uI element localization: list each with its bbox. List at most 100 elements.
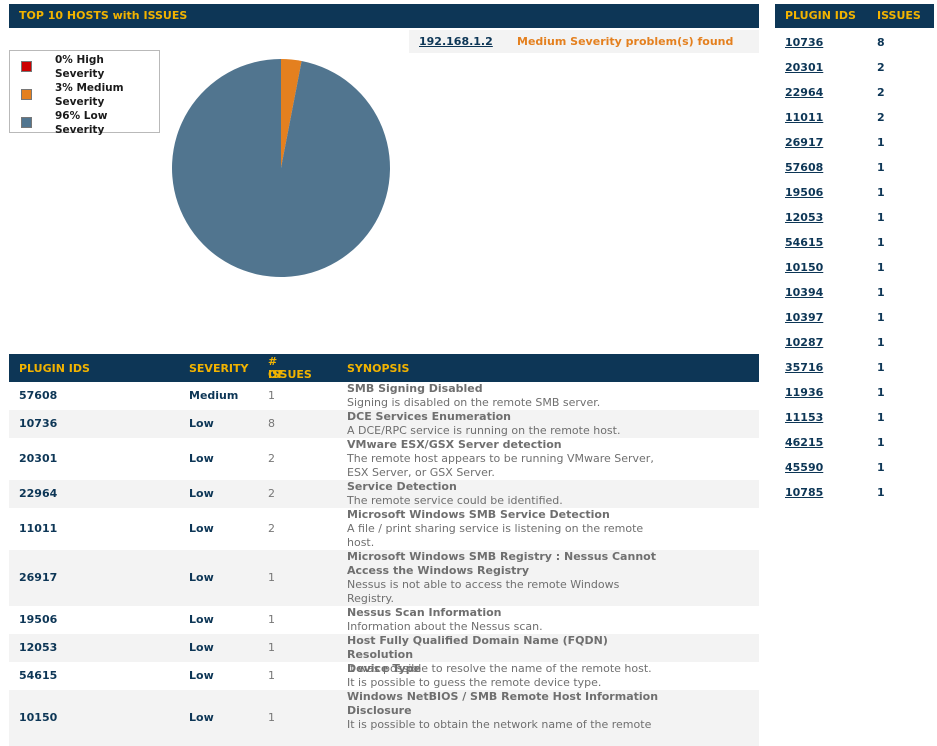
- row-issue-count: 1: [268, 613, 275, 626]
- synopsis-title: Host Fully Qualified Domain Name (FQDN) …: [347, 634, 608, 661]
- host-problem-text: Medium Severity problem(s) found: [517, 35, 734, 48]
- plugin-id-link[interactable]: 57608: [785, 161, 823, 174]
- row-issue-count: 1: [268, 711, 275, 724]
- row-plugin-id: 20301: [19, 452, 58, 465]
- row-severity: Low: [189, 452, 214, 465]
- row-severity: Low: [189, 613, 214, 626]
- row-issue-count: 2: [268, 487, 275, 500]
- right-list-row: 45590 1: [775, 455, 934, 480]
- row-issue-count: 1: [268, 641, 275, 654]
- right-list-row: 10736 8: [775, 30, 934, 55]
- host-ip-link[interactable]: 192.168.1.2: [419, 35, 493, 48]
- row-plugin-id: 19506: [19, 613, 58, 626]
- plugin-id-link[interactable]: 22964: [785, 86, 823, 99]
- synopsis-description: Nessus is not able to access the remote …: [347, 578, 620, 605]
- right-list-row: 20301 2: [775, 55, 934, 80]
- issue-count: 1: [877, 286, 885, 299]
- synopsis-description: It is possible to guess the remote devic…: [347, 676, 602, 689]
- top-hosts-header: TOP 10 HOSTS with ISSUES: [9, 4, 759, 28]
- plugin-id-link[interactable]: 10785: [785, 486, 823, 499]
- issue-count: 1: [877, 436, 885, 449]
- row-severity: Low: [189, 417, 214, 430]
- plugin-id-link[interactable]: 35716: [785, 361, 823, 374]
- issue-count: 1: [877, 236, 885, 249]
- right-list-row: 12053 1: [775, 205, 934, 230]
- host-row: 192.168.1.2 Medium Severity problem(s) f…: [409, 30, 759, 53]
- issue-count: 2: [877, 111, 885, 124]
- table-row: 11011 Low 2 Microsoft Windows SMB Service D…: [9, 508, 759, 550]
- row-synopsis: SMB Signing Disabled Signing is disabled …: [347, 382, 667, 410]
- row-synopsis: Microsoft Windows SMB Service Detection A…: [347, 508, 667, 550]
- row-severity: Low: [189, 669, 214, 682]
- row-plugin-id: 12053: [19, 641, 58, 654]
- right-list-row: 46215 1: [775, 430, 934, 455]
- plugin-id-link[interactable]: 10287: [785, 336, 823, 349]
- row-severity: Low: [189, 641, 214, 654]
- right-list-row: 35716 1: [775, 355, 934, 380]
- plugin-id-link[interactable]: 12053: [785, 211, 823, 224]
- table-row: 10736 Low 8 DCE Services Enumeration A DCE/R…: [9, 410, 759, 438]
- table-row: 10150 Low 1 Windows NetBIOS / SMB Remote Ho…: [9, 690, 759, 746]
- issue-count: 1: [877, 411, 885, 424]
- issue-count: 1: [877, 186, 885, 199]
- right-list-row: 10785 1: [775, 480, 934, 505]
- synopsis-description: Information about the Nessus scan.: [347, 620, 543, 633]
- row-issue-count: 2: [268, 452, 275, 465]
- row-severity: Low: [189, 522, 214, 535]
- plugin-id-link[interactable]: 10394: [785, 286, 823, 299]
- plugin-id-link[interactable]: 45590: [785, 461, 823, 474]
- plugin-id-link[interactable]: 11936: [785, 386, 823, 399]
- row-synopsis: Nessus Scan Information Information about…: [347, 606, 667, 634]
- row-severity: Low: [189, 711, 214, 724]
- col-synopsis: SYNOPSIS: [347, 362, 410, 375]
- row-plugin-id: 54615: [19, 669, 58, 682]
- legend-label-high: 0% High Severity: [55, 54, 105, 80]
- issue-count: 1: [877, 261, 885, 274]
- top-hosts-title: TOP 10 HOSTS with ISSUES: [19, 9, 188, 22]
- row-severity: Medium: [189, 389, 239, 402]
- plugin-id-link[interactable]: 10397: [785, 311, 823, 324]
- pie-slice-low: [172, 59, 390, 278]
- issue-count: 2: [877, 86, 885, 99]
- row-synopsis: Microsoft Windows SMB Registry : Nessus …: [347, 550, 667, 606]
- legend-label-low: 96% Low Severity: [55, 110, 108, 136]
- plugin-id-link[interactable]: 19506: [785, 186, 823, 199]
- plugin-id-link[interactable]: 10736: [785, 36, 823, 49]
- plugin-id-link[interactable]: 54615: [785, 236, 823, 249]
- right-list-row: 10397 1: [775, 305, 934, 330]
- plugin-id-link[interactable]: 20301: [785, 61, 823, 74]
- issue-count: 1: [877, 311, 885, 324]
- legend-item-medium: 3% Medium Severity: [10, 81, 159, 108]
- plugin-id-link[interactable]: 46215: [785, 436, 823, 449]
- col-count-line2: ISSUES: [268, 368, 312, 381]
- plugin-id-link[interactable]: 10150: [785, 261, 823, 274]
- right-col-plugin-ids: PLUGIN IDS: [785, 9, 856, 22]
- plugin-id-link[interactable]: 26917: [785, 136, 823, 149]
- row-issue-count: 2: [268, 522, 275, 535]
- row-plugin-id: 57608: [19, 389, 58, 402]
- synopsis-description: Signing is disabled on the remote SMB se…: [347, 396, 601, 409]
- right-list-row: 11011 2: [775, 105, 934, 130]
- synopsis-description: The remote host appears to be running VM…: [347, 452, 654, 479]
- col-plugin-ids: PLUGIN IDS: [19, 362, 90, 375]
- severity-pie-chart: [172, 59, 390, 278]
- right-list-row: 19506 1: [775, 180, 934, 205]
- legend-label-medium: 3% Medium Severity: [55, 82, 124, 108]
- right-table-header: PLUGIN IDS ISSUES: [775, 4, 934, 28]
- row-plugin-id: 10150: [19, 711, 58, 724]
- right-list-row: 57608 1: [775, 155, 934, 180]
- row-issue-count: 8: [268, 417, 275, 430]
- plugin-id-link[interactable]: 11011: [785, 111, 823, 124]
- synopsis-description: A DCE/RPC service is running on the remo…: [347, 424, 621, 437]
- right-list-row: 10287 1: [775, 330, 934, 355]
- plugin-id-link[interactable]: 11153: [785, 411, 823, 424]
- table-row: 54615 Low 1 Device Type It is possible to gu…: [9, 662, 759, 690]
- issue-count: 1: [877, 361, 885, 374]
- table-row: 20301 Low 2 VMware ESX/GSX Server detection…: [9, 438, 759, 480]
- legend-swatch-medium: [21, 89, 32, 100]
- issue-count: 1: [877, 461, 885, 474]
- synopsis-title: SMB Signing Disabled: [347, 382, 483, 395]
- row-severity: Low: [189, 571, 214, 584]
- right-list-row: 22964 2: [775, 80, 934, 105]
- synopsis-title: Windows NetBIOS / SMB Remote Host Inform…: [347, 690, 659, 717]
